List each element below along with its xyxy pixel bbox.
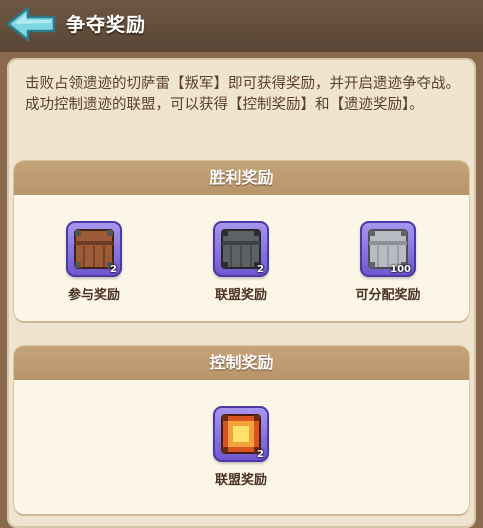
control-alliance-reward-label: 联盟奖励 — [214, 473, 267, 488]
control-alliance-reward-slot[interactable]: 2 — [213, 406, 269, 462]
participation-reward-item[interactable]: 2 参与奖励 — [34, 221, 154, 303]
back-arrow-icon — [6, 6, 56, 42]
participation-reward-label: 参与奖励 — [67, 288, 120, 303]
distributable-reward-label: 可分配奖励 — [355, 288, 421, 303]
back-button[interactable] — [6, 5, 58, 43]
participation-reward-slot[interactable]: 2 — [66, 221, 122, 277]
alliance-reward-slot[interactable]: 2 — [213, 221, 269, 277]
reward-count: 2 — [110, 264, 117, 275]
victory-rewards-section: 胜利奖励 2 参与奖励 2 联盟奖励 100 可分配奖励 — [14, 161, 469, 321]
victory-rewards-title: 胜利奖励 — [14, 161, 469, 195]
top-bar: 争夺奖励 — [0, 0, 483, 52]
reward-count: 2 — [257, 264, 264, 275]
control-rewards-section: 控制奖励 2 联盟奖励 — [14, 346, 469, 514]
alliance-reward-item[interactable]: 2 联盟奖励 — [181, 221, 301, 303]
reward-count: 100 — [390, 264, 411, 275]
description-text: 击败占领遗迹的切萨雷【叛军】即可获得奖励，并开启遗迹争夺战。成功控制遗迹的联盟，… — [25, 76, 460, 113]
control-rewards-title: 控制奖励 — [14, 346, 469, 380]
control-alliance-reward-item[interactable]: 2 联盟奖励 — [181, 406, 301, 488]
reward-count: 2 — [257, 449, 264, 460]
page-title: 争夺奖励 — [66, 14, 147, 36]
distributable-reward-item[interactable]: 100 可分配奖励 — [328, 221, 448, 303]
alliance-reward-label: 联盟奖励 — [214, 288, 267, 303]
distributable-reward-slot[interactable]: 100 — [360, 221, 416, 277]
